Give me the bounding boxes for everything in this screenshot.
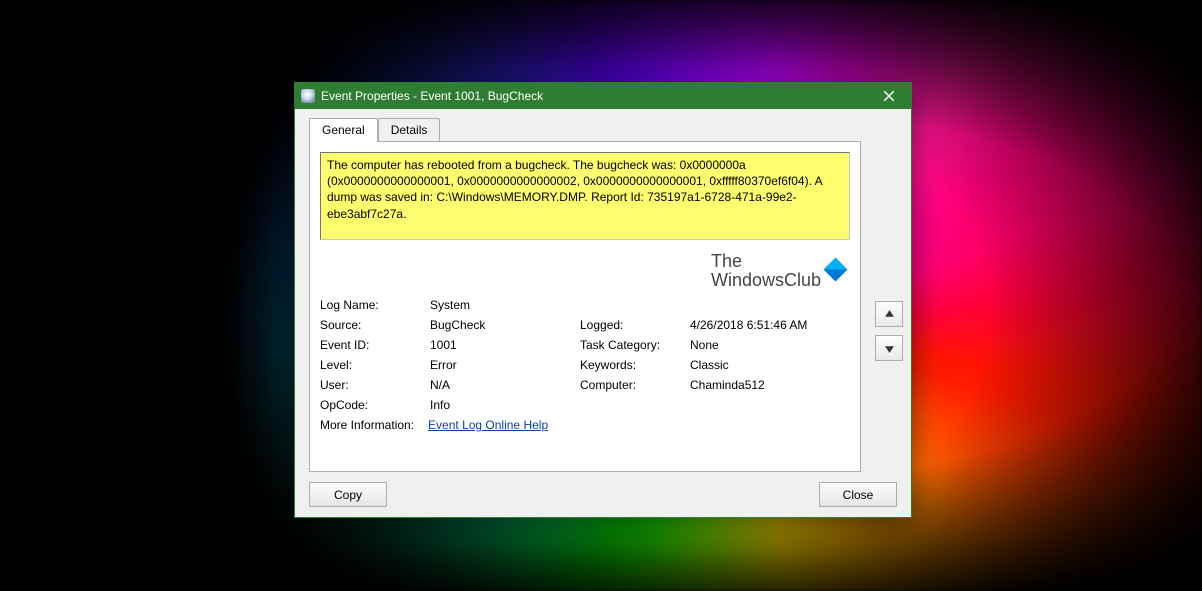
value-task-category: None	[690, 338, 850, 352]
label-log-name: Log Name:	[320, 298, 430, 312]
label-logged: Logged:	[580, 318, 690, 332]
value-level: Error	[430, 358, 580, 372]
copy-button[interactable]: Copy	[309, 482, 387, 507]
window-app-icon	[301, 89, 315, 103]
event-properties-window: Event Properties - Event 1001, BugCheck …	[294, 82, 912, 518]
tab-strip: General Details	[305, 117, 901, 141]
prev-event-button[interactable]	[875, 301, 903, 327]
watermark-line1: The	[711, 252, 821, 271]
window-title: Event Properties - Event 1001, BugCheck	[321, 89, 867, 103]
value-log-name: System	[430, 298, 580, 312]
watermark: The WindowsClub	[320, 252, 844, 290]
tab-details[interactable]: Details	[378, 118, 441, 142]
value-source: BugCheck	[430, 318, 580, 332]
event-nav-buttons	[875, 301, 903, 361]
close-button[interactable]: Close	[819, 482, 897, 507]
link-event-log-online-help[interactable]: Event Log Online Help	[428, 418, 548, 432]
value-logged: 4/26/2018 6:51:46 AM	[690, 318, 850, 332]
value-computer: Chaminda512	[690, 378, 850, 392]
label-source: Source:	[320, 318, 430, 332]
event-fields-grid: Log Name: System Source: BugCheck Logged…	[320, 298, 850, 412]
event-description-textbox[interactable]: The computer has rebooted from a bugchec…	[320, 152, 850, 240]
window-close-button[interactable]	[867, 83, 911, 109]
value-keywords: Classic	[690, 358, 850, 372]
watermark-line2: WindowsClub	[711, 271, 821, 290]
label-more-info: More Information:	[320, 418, 414, 432]
label-keywords: Keywords:	[580, 358, 690, 372]
dialog-footer: Copy Close	[309, 482, 897, 507]
window-titlebar[interactable]: Event Properties - Event 1001, BugCheck	[295, 83, 911, 109]
watermark-square-icon	[823, 257, 847, 281]
desktop-background: Event Properties - Event 1001, BugCheck …	[0, 0, 1202, 591]
value-event-id: 1001	[430, 338, 580, 352]
window-client-area: General Details The computer has reboote…	[295, 109, 911, 517]
label-task-category: Task Category:	[580, 338, 690, 352]
label-level: Level:	[320, 358, 430, 372]
label-event-id: Event ID:	[320, 338, 430, 352]
value-user: N/A	[430, 378, 580, 392]
label-opcode: OpCode:	[320, 398, 430, 412]
tab-general[interactable]: General	[309, 118, 378, 142]
value-opcode: Info	[430, 398, 580, 412]
next-event-button[interactable]	[875, 335, 903, 361]
watermark-text: The WindowsClub	[711, 252, 821, 290]
arrow-down-icon	[884, 343, 895, 354]
tab-panel-general: The computer has rebooted from a bugchec…	[309, 141, 861, 472]
more-info-row: More Information: Event Log Online Help	[320, 418, 850, 432]
arrow-up-icon	[884, 309, 895, 320]
close-icon	[884, 91, 894, 101]
label-user: User:	[320, 378, 430, 392]
label-computer: Computer:	[580, 378, 690, 392]
